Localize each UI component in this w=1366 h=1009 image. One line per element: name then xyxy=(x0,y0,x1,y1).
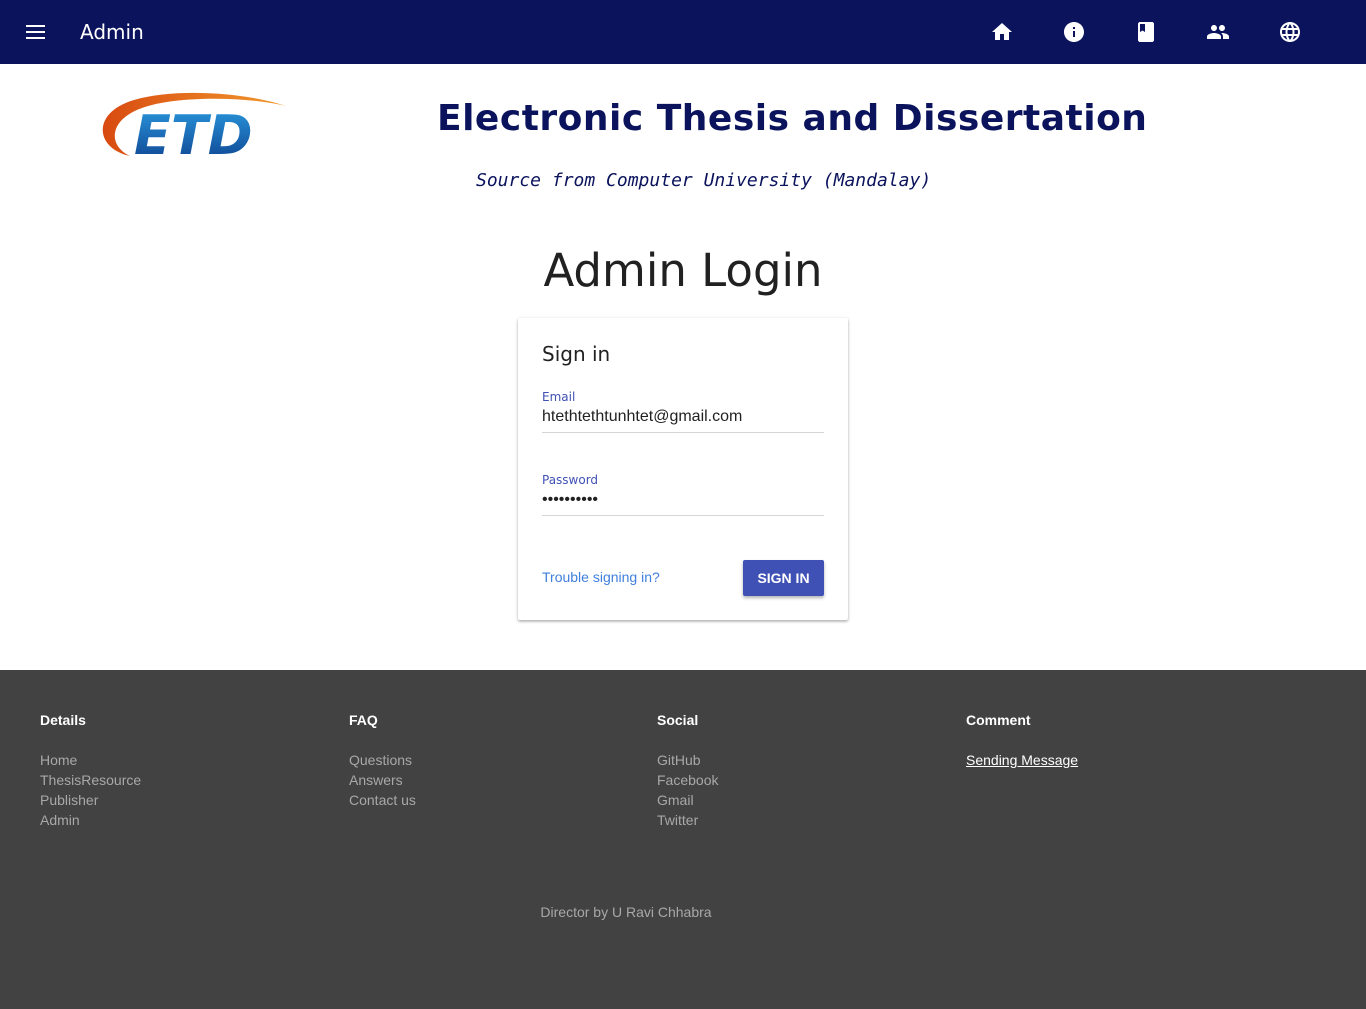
password-field-group: Password xyxy=(542,473,824,516)
footer-link-contact[interactable]: Contact us xyxy=(349,790,629,810)
footer-heading: Comment xyxy=(966,712,1031,728)
page-heading: Admin Login xyxy=(543,244,823,297)
footer-heading: FAQ xyxy=(349,712,378,728)
logo-text: ETD xyxy=(134,104,253,162)
footer-link-facebook[interactable]: Facebook xyxy=(657,770,937,790)
globe-icon[interactable] xyxy=(1278,20,1302,44)
footer-link-gmail[interactable]: Gmail xyxy=(657,790,937,810)
site-subtitle: Source from Computer University (Mandala… xyxy=(476,170,932,191)
site-title: Electronic Thesis and Dissertation xyxy=(437,98,1148,139)
book-icon[interactable] xyxy=(1134,20,1158,44)
footer-heading: Details xyxy=(40,712,86,728)
menu-icon[interactable] xyxy=(24,20,48,44)
password-label: Password xyxy=(542,473,599,487)
people-icon[interactable] xyxy=(1206,20,1230,44)
etd-logo: ETD xyxy=(94,90,302,167)
signin-title: Sign in xyxy=(542,342,611,366)
email-label: Email xyxy=(542,390,576,404)
footer-link-github[interactable]: GitHub xyxy=(657,750,937,770)
footer-column-faq: FAQ Questions Answers Contact us xyxy=(349,712,629,810)
top-app-bar: Admin xyxy=(0,0,1366,64)
sign-in-button[interactable]: SIGN IN xyxy=(743,560,824,596)
footer-link-questions[interactable]: Questions xyxy=(349,750,629,770)
trouble-signing-in-link[interactable]: Trouble signing in? xyxy=(542,569,660,585)
password-field[interactable] xyxy=(542,487,824,516)
app-title: Admin xyxy=(80,20,144,44)
footer-link-answers[interactable]: Answers xyxy=(349,770,629,790)
footer-link-thesisresource[interactable]: ThesisResource xyxy=(40,770,320,790)
footer-credit: Director by U Ravi Chhabra xyxy=(540,904,712,920)
footer-column-social: Social GitHub Facebook Gmail Twitter xyxy=(657,712,937,830)
footer-link-home[interactable]: Home xyxy=(40,750,320,770)
footer-link-sending-message[interactable]: Sending Message xyxy=(966,750,1246,770)
footer-link-admin[interactable]: Admin xyxy=(40,810,320,830)
footer: Details Home ThesisResource Publisher Ad… xyxy=(0,670,1366,1009)
signin-card: Sign in Email Password Trouble signing i… xyxy=(518,318,848,620)
footer-link-twitter[interactable]: Twitter xyxy=(657,810,937,830)
footer-heading: Social xyxy=(657,712,699,728)
home-icon[interactable] xyxy=(990,20,1014,44)
footer-column-details: Details Home ThesisResource Publisher Ad… xyxy=(40,712,320,830)
footer-column-comment: Comment Sending Message xyxy=(966,712,1246,770)
email-field-group: Email xyxy=(542,390,824,433)
footer-link-publisher[interactable]: Publisher xyxy=(40,790,320,810)
info-icon[interactable] xyxy=(1062,20,1086,44)
email-field[interactable] xyxy=(542,404,824,433)
